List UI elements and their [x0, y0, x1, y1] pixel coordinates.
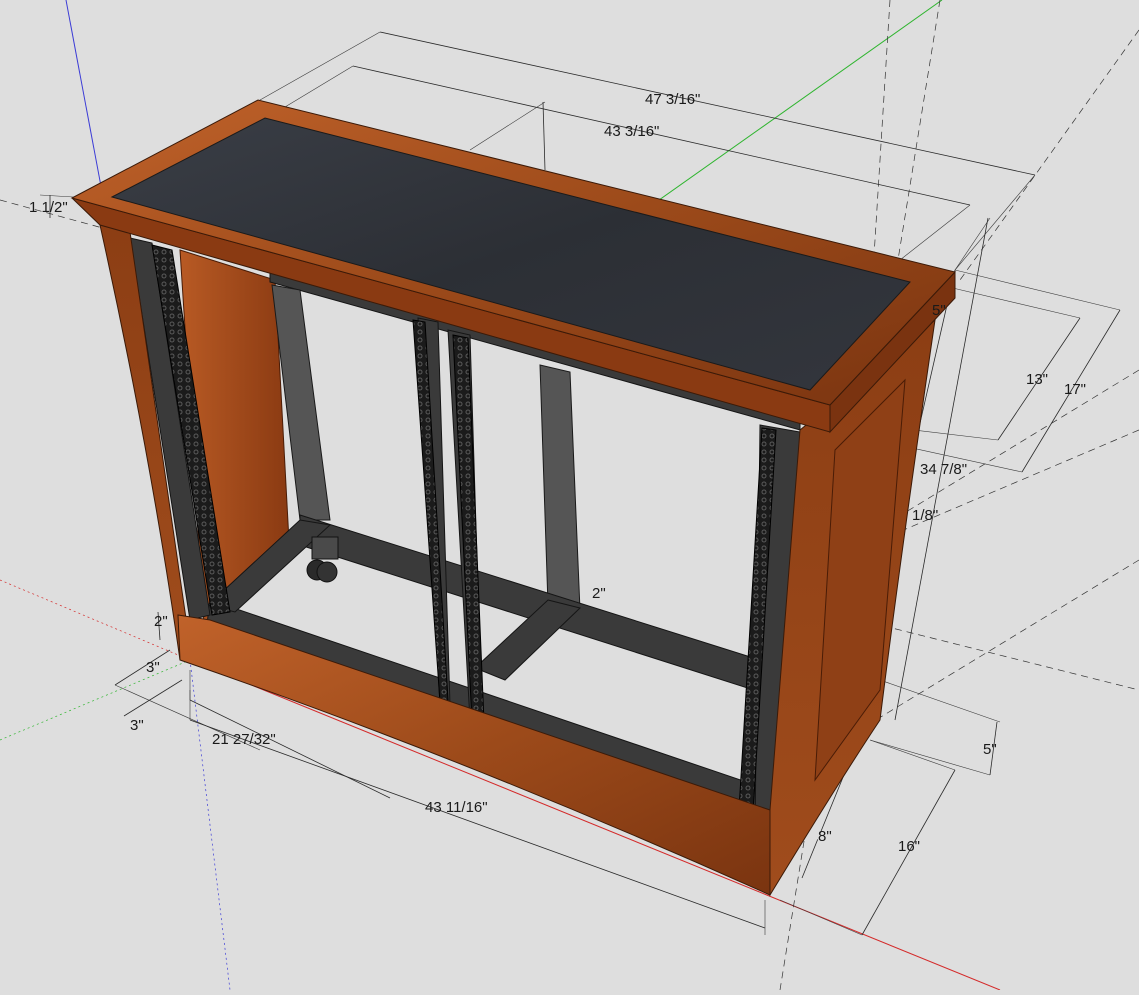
sketchup-viewport[interactable]: 47 3/16" 43 3/16" 1 1/2" 5" 13" 17" 34 7…	[0, 0, 1139, 991]
dim-height: 34 7/8"	[920, 461, 967, 478]
cabinet-model	[70, 99, 956, 897]
axis-green-dotted-line	[0, 659, 191, 741]
caster-wheel	[306, 536, 339, 583]
dim-partial-1-8: 1/8"	[912, 507, 938, 524]
dim-leg-8: 8"	[818, 828, 832, 845]
dim-inner-width: 43 3/16"	[604, 123, 659, 140]
dim-top-thickness: 1 1/2"	[29, 199, 68, 216]
dim-base-3-a: 3"	[146, 659, 160, 676]
cabinet-model-drawing: 47 3/16" 43 3/16" 1 1/2" 5" 13" 17" 34 7…	[0, 0, 1139, 991]
dim-shelf-partial: 2"	[592, 585, 606, 602]
dim-front-width: 43 11/16"	[425, 799, 488, 816]
dim-top-edge-partial: 5"	[932, 302, 946, 319]
dim-depth-13: 13"	[1026, 371, 1048, 388]
dim-overall-width: 47 3/16"	[645, 91, 700, 108]
dim-base-2: 2"	[154, 613, 168, 630]
dim-leg-5: 5"	[983, 741, 997, 758]
dim-half-width: 21 27/32"	[212, 731, 276, 748]
dim-depth-17: 17"	[1064, 381, 1086, 398]
dim-base-3-b: 3"	[130, 717, 144, 734]
dim-leg-16: 16"	[898, 838, 920, 855]
